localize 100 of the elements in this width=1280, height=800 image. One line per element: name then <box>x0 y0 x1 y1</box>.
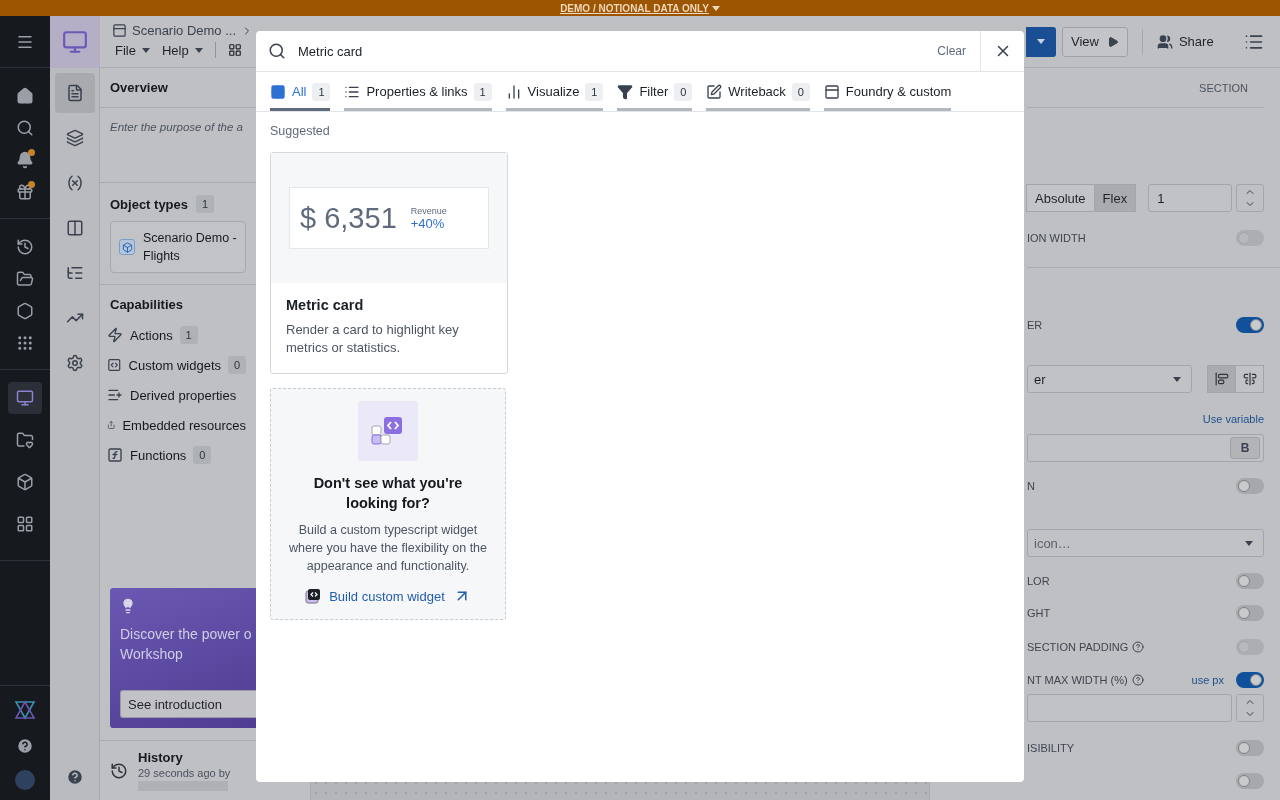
toggle-switch[interactable] <box>1236 478 1264 494</box>
align-button[interactable] <box>1207 365 1236 393</box>
category-tab[interactable]: Visualize 1 <box>505 72 604 111</box>
cube-icon <box>16 473 34 491</box>
breadcrumb-link[interactable]: Scenario Demo ... <box>132 23 237 38</box>
monitor-icon <box>16 389 34 407</box>
variable-icon <box>65 174 84 192</box>
setting-label: GHT <box>1027 607 1051 619</box>
section-title: Object types <box>110 196 189 212</box>
capability-label[interactable]: Custom widgets <box>128 357 221 373</box>
section-label: Suggested <box>270 124 331 138</box>
demo-banner-link[interactable]: DEMO / NOTIONAL DATA ONLY <box>560 2 720 14</box>
toggle-switch[interactable] <box>1236 672 1264 688</box>
count-badge: 1 <box>312 82 331 101</box>
category-tab[interactable]: Writeback 0 <box>706 72 810 111</box>
input-field[interactable]: 1 <box>1148 184 1232 212</box>
columns-icon <box>65 219 84 237</box>
setting-label: N <box>1027 480 1035 492</box>
gift-icon <box>16 183 34 201</box>
panel-title: SECTION <box>1199 81 1249 94</box>
input-field[interactable] <box>1027 694 1232 722</box>
intro-button[interactable]: See introduction <box>120 690 256 718</box>
toggle-switch[interactable] <box>1236 605 1264 621</box>
search-icon <box>268 42 286 60</box>
history-icon <box>110 761 128 780</box>
capability-label[interactable]: Actions <box>130 327 173 343</box>
logo-icon[interactable] <box>14 700 36 720</box>
toggle-switch[interactable] <box>1236 573 1264 589</box>
setting-label: NT MAX WIDTH (%) <box>1027 674 1128 686</box>
use-px-link[interactable]: use px <box>1191 674 1224 686</box>
users-icon <box>1156 33 1173 50</box>
dots-grid-icon <box>16 334 34 352</box>
layers-icon <box>65 129 84 147</box>
caret-icon <box>1245 540 1253 546</box>
object-type-card[interactable]: Scenario Demo - Flights <box>110 221 246 273</box>
setting-label: ER <box>1027 319 1043 331</box>
help-icon[interactable] <box>1131 674 1144 686</box>
count-badge: 1 <box>179 326 198 344</box>
align-left-icon <box>1214 372 1229 386</box>
grid-icon <box>270 83 286 100</box>
menu-button[interactable]: File <box>115 42 150 58</box>
dropdown-button[interactable] <box>1026 26 1056 57</box>
folder-heart-icon <box>16 431 34 449</box>
capability-label[interactable]: Functions <box>130 447 187 463</box>
lightbulb-icon <box>120 598 136 614</box>
capability-label[interactable]: Embedded resources <box>122 417 246 433</box>
code-icon <box>107 357 122 373</box>
bold-button[interactable]: B <box>1230 437 1260 459</box>
description-field[interactable]: Enter the purpose of the a <box>100 108 256 183</box>
category-tab[interactable]: Foundry & custom <box>823 72 952 111</box>
widget-description: Render a card to highlight key metrics or statistics. <box>286 321 460 357</box>
toggle-switch[interactable] <box>1236 740 1264 756</box>
toggle-switch[interactable] <box>1236 773 1264 789</box>
custom-description: Build a custom typescript widget where you have the flexibility on the appearance and functionality. <box>287 522 488 575</box>
menu-button[interactable]: Help <box>161 42 203 58</box>
promo-text: Discover the power o Workshop <box>120 625 253 664</box>
use-variable-link[interactable]: Use variable <box>1202 413 1264 425</box>
category-tab[interactable]: Filter 0 <box>617 72 693 111</box>
setting-label: ISIBILITY <box>1027 742 1075 754</box>
caret-icon <box>1173 376 1181 382</box>
monitor-icon <box>61 29 88 55</box>
document-button[interactable] <box>54 73 95 113</box>
history-time: 29 seconds ago by <box>138 767 231 779</box>
setting-label: ION WIDTH <box>1027 232 1086 244</box>
count-badge: 1 <box>196 195 215 213</box>
align-button[interactable] <box>1235 365 1264 393</box>
list-plus-icon <box>107 387 123 403</box>
select-field[interactable]: er <box>1027 365 1192 393</box>
widget-card[interactable]: $ 6,351 Revenue +40% Metric card Render a card to highlight key metrics or statistics. <box>270 152 508 374</box>
help-icon <box>16 737 34 755</box>
select-field[interactable]: icon… <box>1027 529 1264 557</box>
count-badge: 0 <box>674 82 693 101</box>
toggle-switch[interactable] <box>1236 317 1264 333</box>
category-tab[interactable]: Properties & links 1 <box>344 72 492 111</box>
clear-button[interactable]: Clear <box>923 44 980 58</box>
view-button[interactable]: View <box>1062 26 1128 57</box>
align-center-icon <box>1242 372 1257 386</box>
history-title: History <box>138 750 184 765</box>
widget-icon <box>305 588 322 604</box>
window-icon <box>823 83 840 100</box>
input-field[interactable]: B <box>1027 434 1264 462</box>
section-title: Capabilities <box>110 297 183 312</box>
lightning-icon <box>107 327 123 343</box>
object-type-name: Scenario Demo - Flights <box>143 230 237 265</box>
grid-icon[interactable] <box>227 43 242 57</box>
count-badge: 1 <box>473 82 492 101</box>
count-badge: 0 <box>193 446 212 464</box>
segment-button[interactable]: Flex <box>1093 184 1137 212</box>
caret-icon <box>711 5 720 11</box>
capability-label[interactable]: Derived properties <box>130 387 237 403</box>
play-icon <box>1106 35 1119 48</box>
count-badge: 1 <box>585 82 604 101</box>
metric-value: $ 6,351 <box>300 201 397 235</box>
segment-button[interactable]: Absolute <box>1026 184 1095 212</box>
cube-icon <box>119 239 135 255</box>
build-widget-link[interactable]: Build custom widget <box>329 588 445 604</box>
category-tab[interactable]: All 1 <box>270 72 331 111</box>
monitor-button[interactable] <box>8 382 42 414</box>
share-button[interactable]: Share <box>1178 34 1220 49</box>
help-icon[interactable] <box>65 768 84 786</box>
